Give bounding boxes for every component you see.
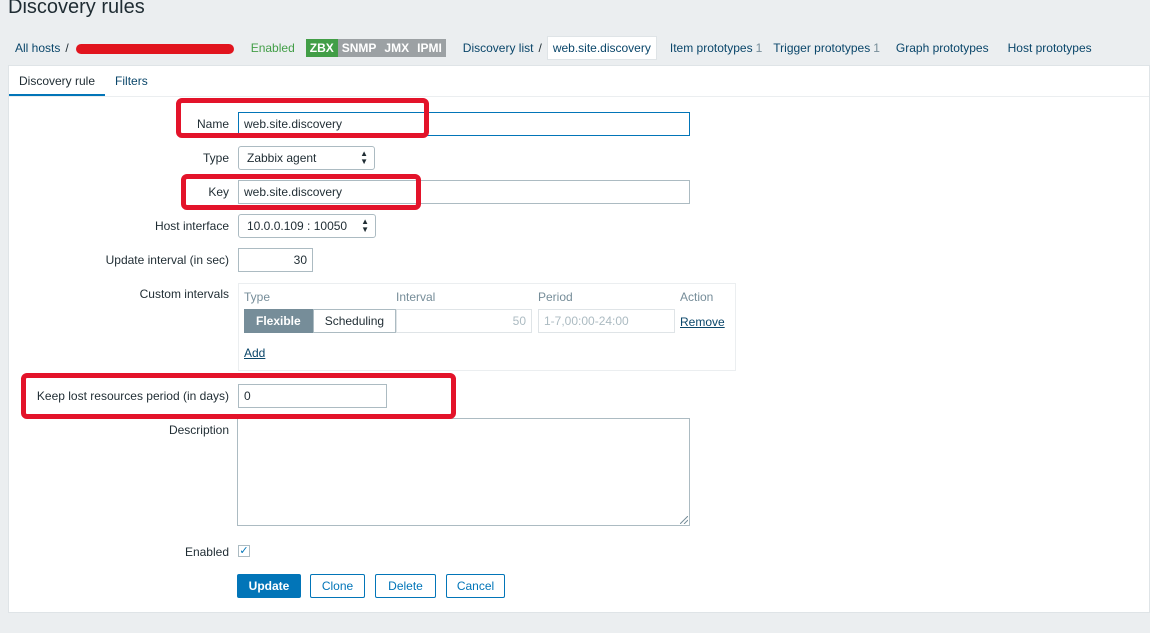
- enabled-label: Enabled: [184, 545, 229, 559]
- select-arrows-icon: ▲ ▼: [361, 217, 369, 234]
- clone-button[interactable]: Clone: [310, 574, 365, 598]
- update-interval-input[interactable]: 30: [238, 248, 313, 272]
- col-type: Type: [244, 290, 271, 304]
- type-select[interactable]: Zabbix agent ▲ ▼: [238, 146, 375, 170]
- item-prototypes-link[interactable]: Item prototypes 1: [670, 41, 762, 55]
- custom-intervals-label: Custom intervals: [139, 287, 229, 301]
- host-status-link[interactable]: Enabled: [251, 41, 295, 55]
- interval-input[interactable]: 50: [396, 309, 532, 333]
- name-input[interactable]: web.site.discovery: [238, 112, 690, 136]
- update-button[interactable]: Update: [237, 574, 301, 598]
- breadcrumb-separator: /: [538, 41, 542, 55]
- scheduling-option[interactable]: Scheduling: [312, 309, 397, 333]
- redacted-host-name: [75, 44, 234, 54]
- keep-lost-label: Keep lost resources period (in days): [36, 389, 229, 403]
- zbx-badge: ZBX: [305, 39, 338, 57]
- tab-filters[interactable]: Filters: [105, 66, 158, 96]
- current-rule-crumb: web.site.discovery: [546, 36, 657, 60]
- interface-select[interactable]: 10.0.0.109 : 10050 ▲ ▼: [238, 214, 376, 238]
- interval-type-toggle: Flexible Scheduling: [244, 309, 397, 333]
- col-period: Period: [538, 290, 573, 304]
- flexible-option[interactable]: Flexible: [244, 309, 313, 333]
- key-input[interactable]: web.site.discovery: [238, 180, 690, 204]
- select-arrows-icon: ▲ ▼: [360, 149, 368, 166]
- form-tabs: Discovery rule Filters: [9, 66, 1149, 97]
- trigger-prototypes-link[interactable]: Trigger prototypes 1: [773, 41, 880, 55]
- type-label: Type: [202, 151, 229, 165]
- tab-discovery-rule[interactable]: Discovery rule: [9, 66, 106, 96]
- resize-handle-icon[interactable]: [680, 516, 688, 524]
- checkmark-icon: ✓: [239, 545, 249, 557]
- update-interval-label: Update interval (in sec): [105, 253, 229, 267]
- period-input[interactable]: 1-7,00:00-24:00: [538, 309, 675, 333]
- jmx-badge: JMX: [380, 39, 414, 57]
- delete-button[interactable]: Delete: [375, 574, 436, 598]
- remove-interval-link[interactable]: Remove: [680, 315, 725, 329]
- interface-select-value: 10.0.0.109 : 10050: [247, 219, 348, 233]
- graph-prototypes-link[interactable]: Graph prototypes: [896, 41, 989, 55]
- description-label: Description: [168, 423, 229, 437]
- breadcrumb-separator: /: [65, 41, 69, 55]
- all-hosts-link[interactable]: All hosts: [15, 41, 60, 55]
- form-panel: Discovery rule Filters Name web.site.dis…: [8, 65, 1150, 613]
- ipmi-badge: IPMI: [413, 39, 446, 57]
- col-action: Action: [680, 290, 714, 304]
- breadcrumb: All hosts / Enabled ZBX SNMP JMX IPMI Di…: [8, 33, 1150, 63]
- key-label: Key: [208, 185, 229, 199]
- discovery-list-link[interactable]: Discovery list: [463, 41, 534, 55]
- cancel-button[interactable]: Cancel: [446, 574, 505, 598]
- custom-intervals-table: Type Interval Period Action Flexible Sch…: [238, 283, 736, 371]
- col-interval: Interval: [396, 290, 436, 304]
- availability-badges: ZBX SNMP JMX IPMI: [305, 39, 446, 57]
- add-interval-link[interactable]: Add: [244, 346, 265, 360]
- name-label: Name: [196, 117, 229, 131]
- interface-label: Host interface: [154, 219, 229, 233]
- host-prototypes-link[interactable]: Host prototypes: [1008, 41, 1092, 55]
- page-title: Discovery rules: [8, 0, 145, 18]
- keep-lost-input[interactable]: 0: [238, 384, 387, 408]
- description-textarea[interactable]: [237, 418, 690, 526]
- enabled-checkbox[interactable]: ✓: [238, 545, 250, 557]
- type-select-value: Zabbix agent: [247, 151, 317, 165]
- snmp-badge: SNMP: [337, 39, 381, 57]
